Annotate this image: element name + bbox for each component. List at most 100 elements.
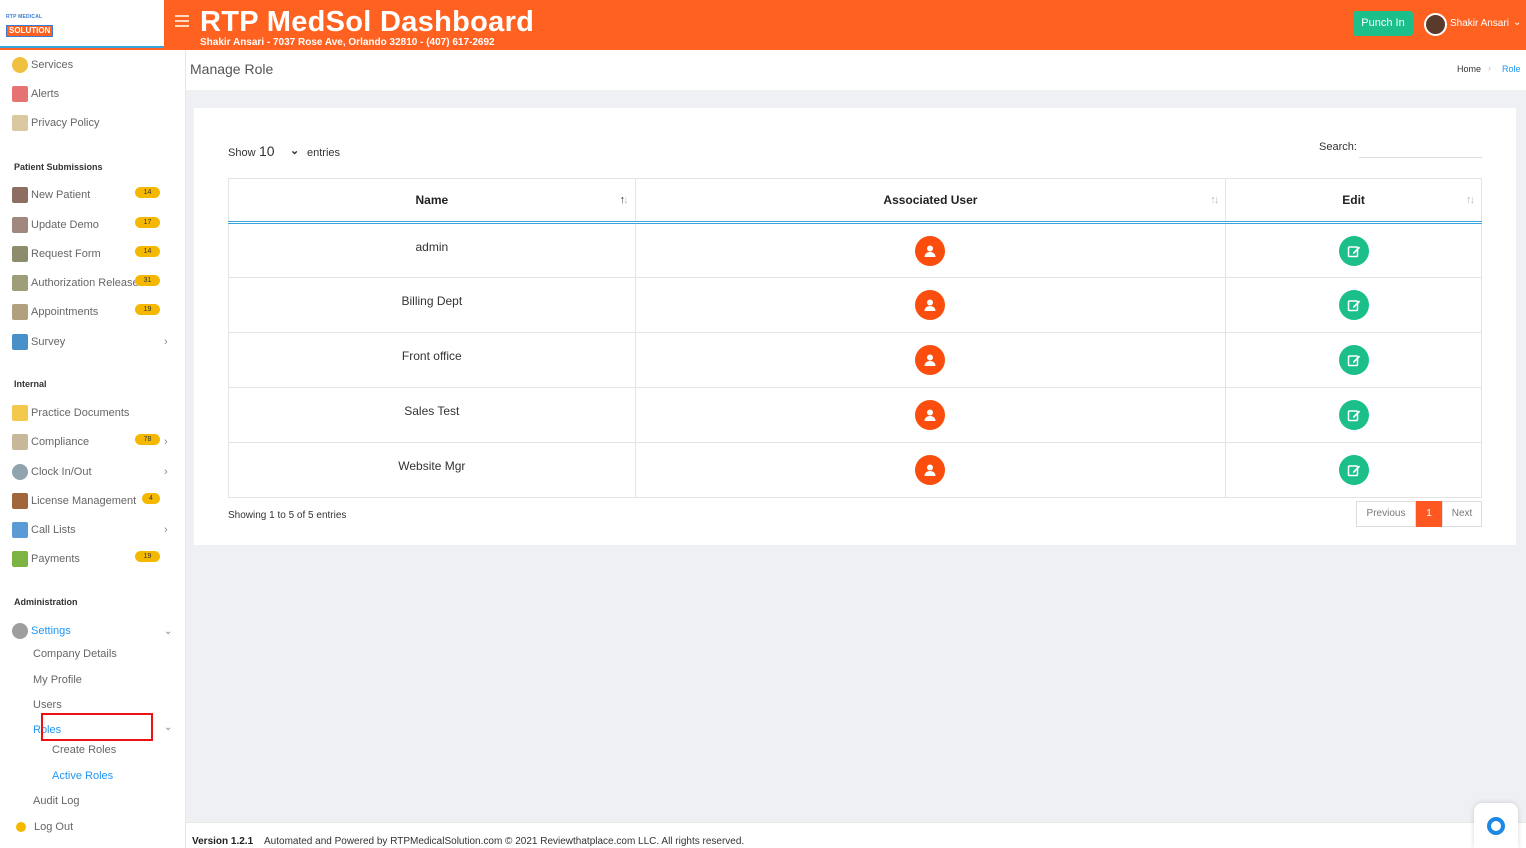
roles-card: Show 10 ⌄ entries Search: Name ↑↓ Associ…	[194, 108, 1516, 545]
column-header-associated-user[interactable]: Associated User ↑↓	[634, 178, 1227, 224]
logo-area[interactable]: RTP MEDICAL SOLUTION	[0, 0, 164, 48]
sidebar-item-call-lists[interactable]: Call Lists ›	[12, 521, 178, 539]
chevron-down-icon[interactable]: ⌄	[1513, 17, 1521, 28]
section-administration: Administration	[14, 597, 78, 607]
chevron-down-icon: ⌄	[164, 722, 173, 733]
sort-icon[interactable]: ↑↓	[1466, 194, 1475, 206]
sort-icon[interactable]: ↑↓	[1210, 194, 1219, 206]
sidebar-item-clock-in-out[interactable]: Clock In/Out ›	[12, 463, 178, 481]
associated-user-cell	[634, 442, 1227, 498]
sidebar-item-new-patient[interactable]: New Patient 14	[12, 186, 178, 204]
user-icon[interactable]	[915, 400, 946, 430]
sidebar-item-authorization-release[interactable]: Authorization Release 31	[12, 274, 178, 292]
sidebar-item-logout[interactable]: Log Out	[12, 818, 178, 836]
sidebar-item-label: License Management	[31, 495, 137, 507]
sidebar-item-create-roles[interactable]: Create Roles	[52, 744, 116, 756]
sidebar-item-payments[interactable]: Payments 19	[12, 550, 178, 568]
breadcrumb-current: Role	[1502, 64, 1521, 74]
sidebar-item-practice-documents[interactable]: Practice Documents	[12, 404, 178, 422]
sidebar-item-label: Call Lists	[31, 524, 76, 536]
sidebar-item-compliance[interactable]: Compliance 78 ›	[12, 433, 178, 451]
sidebar-item-active-roles[interactable]: Active Roles	[52, 770, 113, 782]
pagination: Previous 1 Next	[1356, 501, 1482, 527]
compliance-icon	[12, 434, 28, 450]
edit-icon[interactable]	[1338, 400, 1369, 430]
chevron-right-icon: ›	[164, 336, 168, 348]
edit-cell	[1225, 332, 1482, 388]
chevron-right-icon: ›	[164, 524, 168, 536]
count-badge: 14	[135, 246, 160, 257]
column-header-edit[interactable]: Edit ↑↓	[1225, 178, 1482, 224]
edit-icon[interactable]	[1338, 345, 1369, 375]
search-input[interactable]	[1359, 138, 1482, 158]
user-name[interactable]: Shakir Ansari	[1450, 18, 1509, 29]
entries-select[interactable]: 10	[259, 143, 275, 159]
help-button[interactable]	[1474, 803, 1518, 848]
sidebar-item-request-form[interactable]: Request Form 14	[12, 245, 178, 263]
sidebar-item-settings[interactable]: Settings ⌄	[12, 622, 178, 640]
sidebar-item-label: Clock In/Out	[31, 466, 92, 478]
logo-line1: RTP MEDICAL	[6, 14, 43, 20]
sidebar-item-services[interactable]: Services	[12, 56, 178, 74]
sidebar-item-label: Appointments	[31, 306, 99, 318]
menu-toggle-icon[interactable]	[175, 15, 189, 27]
edit-icon[interactable]	[1338, 236, 1369, 266]
logout-icon	[16, 822, 26, 832]
license-icon	[12, 493, 28, 509]
count-badge: 4	[142, 493, 160, 504]
role-name: Sales Test	[228, 387, 636, 443]
sidebar-item-company-details[interactable]: Company Details	[33, 648, 117, 660]
role-name: Billing Dept	[228, 277, 636, 333]
edit-cell	[1225, 442, 1482, 498]
sidebar-item-alerts[interactable]: Alerts	[12, 85, 178, 103]
sidebar-item-label: Privacy Policy	[31, 117, 100, 129]
services-icon	[12, 57, 28, 73]
sidebar-item-my-profile[interactable]: My Profile	[33, 674, 82, 686]
user-icon[interactable]	[915, 236, 946, 266]
edit-cell	[1225, 387, 1482, 443]
user-icon[interactable]	[915, 290, 946, 320]
clock-icon	[12, 464, 28, 480]
next-button[interactable]: Next	[1442, 501, 1482, 527]
edit-icon[interactable]	[1338, 455, 1369, 485]
breadcrumb-home[interactable]: Home	[1457, 64, 1481, 74]
version-label: Version 1.2.1	[192, 836, 254, 847]
sidebar-item-label: Survey	[31, 336, 66, 348]
column-label: Name	[415, 193, 449, 207]
sidebar-item-audit-log[interactable]: Audit Log	[33, 795, 79, 807]
logo[interactable]: RTP MEDICAL SOLUTION	[6, 14, 58, 37]
gear-icon	[12, 623, 28, 639]
count-badge: 19	[135, 551, 160, 562]
sidebar-item-appointments[interactable]: Appointments 19	[12, 303, 178, 321]
survey-icon	[12, 334, 28, 350]
previous-button[interactable]: Previous	[1356, 501, 1416, 527]
chevron-down-icon[interactable]: ⌄	[290, 144, 299, 157]
table-header-row: Name ↑↓ Associated User ↑↓ Edit ↑↓	[228, 178, 1482, 224]
count-badge: 14	[135, 187, 160, 198]
sidebar-item-privacy-policy[interactable]: Privacy Policy	[12, 114, 178, 132]
sidebar-item-label: Services	[31, 59, 74, 71]
sidebar-item-users[interactable]: Users	[33, 699, 62, 711]
sidebar-item-survey[interactable]: Survey ›	[12, 333, 178, 351]
showing-info: Showing 1 to 5 of 5 entries	[228, 510, 347, 521]
user-icon[interactable]	[915, 345, 946, 375]
associated-user-cell	[634, 277, 1227, 333]
active-roles-highlight	[41, 713, 153, 741]
punch-in-button[interactable]: Punch In	[1353, 11, 1413, 36]
lifebuoy-icon	[1487, 817, 1505, 835]
sidebar-item-update-demo[interactable]: Update Demo 17	[12, 216, 178, 234]
user-icon[interactable]	[915, 455, 946, 485]
sidebar-item-license-management[interactable]: License Management 4	[12, 492, 178, 510]
edit-icon[interactable]	[1338, 290, 1369, 320]
sort-icon[interactable]: ↑↓	[620, 194, 629, 206]
app-subtitle: Shakir Ansari - 7037 Rose Ave, Orlando 3…	[200, 37, 495, 48]
avatar[interactable]	[1424, 13, 1447, 36]
count-badge: 17	[135, 217, 160, 228]
payments-icon	[12, 551, 28, 567]
page-button-current[interactable]: 1	[1416, 501, 1442, 527]
section-patient-submissions: Patient Submissions	[14, 162, 103, 172]
page-header: Manage Role Home › Role	[186, 50, 1526, 90]
column-header-name[interactable]: Name ↑↓	[228, 178, 636, 224]
table-row: Front office	[228, 332, 1482, 388]
sidebar-item-label: Authorization Release	[31, 277, 139, 289]
